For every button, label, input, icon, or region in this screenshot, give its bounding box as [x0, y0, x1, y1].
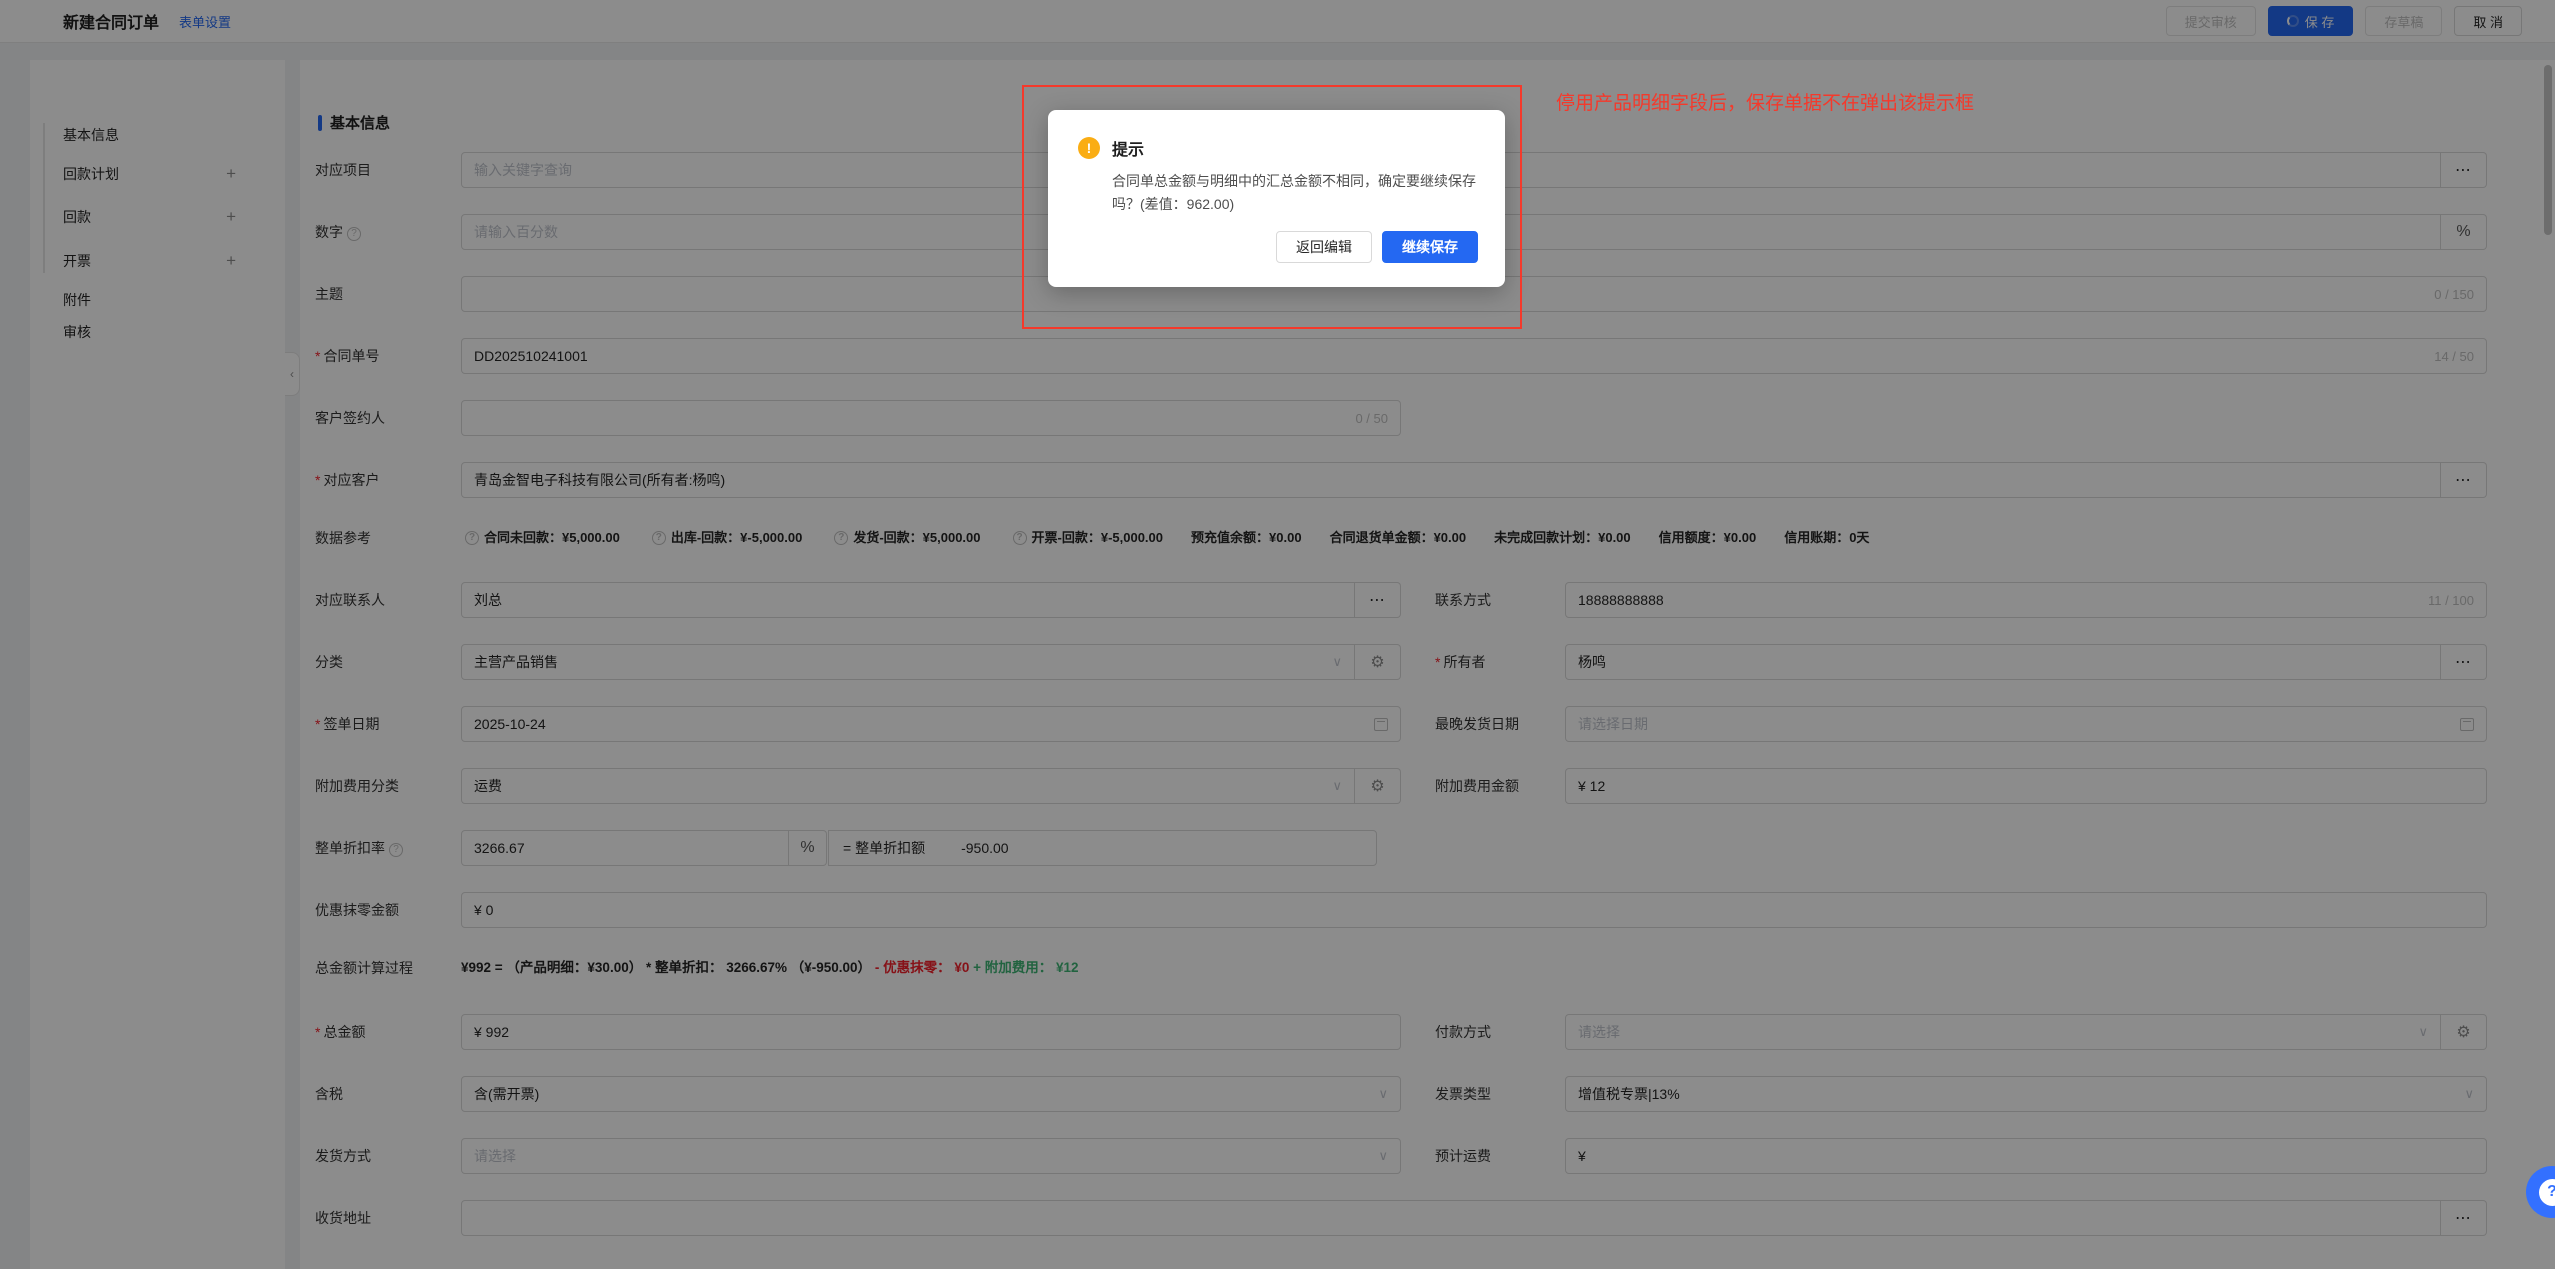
warning-icon: !	[1078, 137, 1100, 159]
confirm-dialog: ! 提示 合同单总金额与明细中的汇总金额不相同，确定要继续保存吗？(差值：962…	[1048, 110, 1505, 287]
annotation-note: 停用产品明细字段后，保存单据不在弹出该提示框	[1556, 93, 1975, 114]
continue-save-button[interactable]: 继续保存	[1382, 231, 1478, 263]
help-icon: ?	[2538, 1178, 2555, 1206]
continue-save-label: 继续保存	[1402, 239, 1458, 255]
dialog-message: 合同单总金额与明细中的汇总金额不相同，确定要继续保存吗？(差值：962.00)	[1112, 173, 1476, 212]
dialog-title: 提示	[1112, 142, 1145, 159]
dialog-header: ! 提示	[1078, 136, 1144, 160]
dialog-actions: 返回编辑 继续保存	[1276, 231, 1478, 263]
page: 新建合同订单 表单设置 提交审核 保 存 存草稿 取 消 基本信息 回款计划 + …	[0, 0, 2555, 1269]
back-to-edit-button[interactable]: 返回编辑	[1276, 231, 1372, 263]
back-to-edit-label: 返回编辑	[1296, 239, 1352, 255]
